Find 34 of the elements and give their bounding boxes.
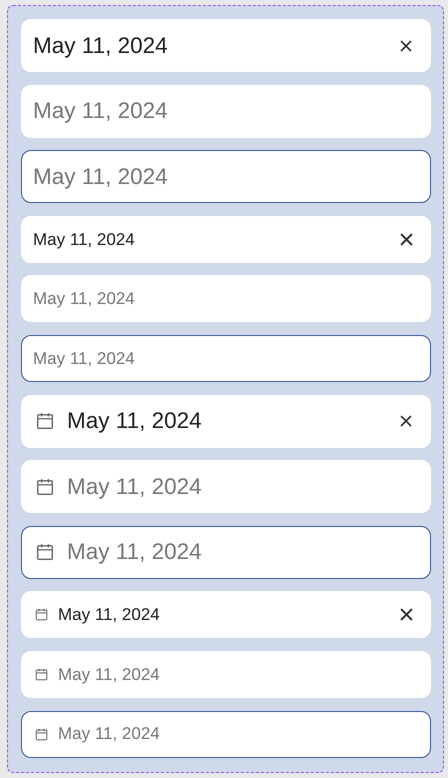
date-placeholder: May 11, 2024 <box>33 288 135 310</box>
date-field[interactable]: May 11, 2024 <box>21 460 431 514</box>
close-icon <box>400 608 412 622</box>
date-field[interactable]: May 11, 2024 <box>21 710 431 758</box>
date-placeholder: May 11, 2024 <box>33 348 135 370</box>
date-field[interactable]: May 11, 2024 <box>21 275 431 322</box>
calendar-icon <box>35 728 48 741</box>
date-placeholder: May 11, 2024 <box>58 664 160 686</box>
date-value: May 11, 2024 <box>33 32 168 60</box>
calendar-icon <box>36 543 54 562</box>
date-placeholder: May 11, 2024 <box>33 97 168 126</box>
date-value: May 11, 2024 <box>33 228 135 251</box>
calendar-icon <box>36 478 54 496</box>
date-placeholder: May 11, 2024 <box>33 162 168 191</box>
close-icon <box>400 40 412 52</box>
date-value: May 11, 2024 <box>58 604 160 626</box>
date-value: May 11, 2024 <box>67 407 202 436</box>
date-field[interactable]: May 11, 2024 <box>21 394 431 448</box>
date-field[interactable]: May 11, 2024 <box>21 150 431 204</box>
date-placeholder: May 11, 2024 <box>67 538 202 566</box>
date-field[interactable]: May 11, 2024 <box>21 19 431 72</box>
date-field[interactable]: May 11, 2024 <box>21 334 431 382</box>
date-field[interactable]: May 11, 2024 <box>21 526 431 579</box>
date-field[interactable]: May 11, 2024 <box>21 216 431 263</box>
date-field[interactable]: May 11, 2024 <box>21 591 431 638</box>
calendar-icon <box>36 412 54 430</box>
date-placeholder: May 11, 2024 <box>58 723 160 746</box>
calendar-icon <box>35 668 48 681</box>
date-field[interactable]: May 11, 2024 <box>21 84 431 138</box>
close-icon <box>400 415 412 428</box>
date-placeholder: May 11, 2024 <box>67 472 202 501</box>
date-field[interactable]: May 11, 2024 <box>21 650 431 698</box>
close-icon <box>400 232 412 246</box>
calendar-icon <box>35 608 48 622</box>
